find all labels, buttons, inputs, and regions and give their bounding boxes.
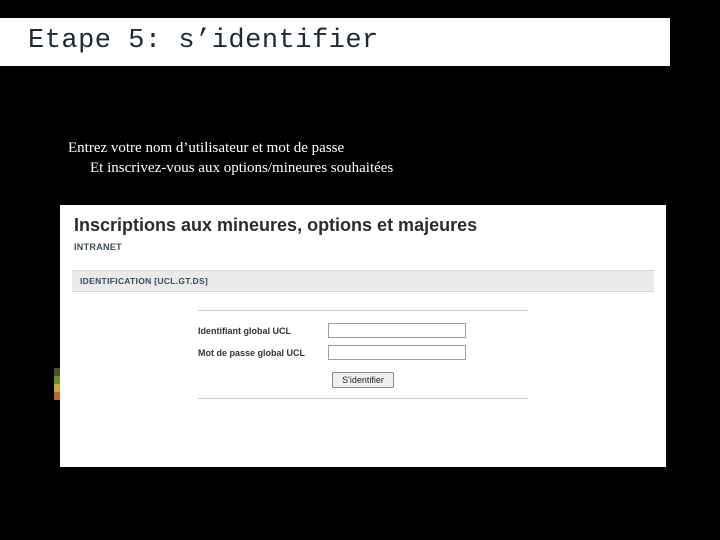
section-header: IDENTIFICATION [UCL.GT.DS] bbox=[72, 270, 654, 292]
password-input[interactable] bbox=[328, 345, 466, 360]
login-form: Identifiant global UCL Mot de passe glob… bbox=[198, 310, 528, 399]
divider bbox=[198, 398, 528, 399]
login-button[interactable]: S'identifier bbox=[332, 372, 394, 388]
intranet-label: INTRANET bbox=[60, 240, 666, 270]
button-row: S'identifier bbox=[198, 370, 528, 388]
password-label: Mot de passe global UCL bbox=[198, 348, 328, 358]
password-row: Mot de passe global UCL bbox=[198, 345, 528, 360]
embedded-screenshot: Inscriptions aux mineures, options et ma… bbox=[60, 205, 666, 467]
page-title: Inscriptions aux mineures, options et ma… bbox=[60, 205, 666, 240]
intro-line-1: Entrez votre nom d’utilisateur et mot de… bbox=[68, 138, 640, 158]
slide-title: Etape 5: s’identifier bbox=[0, 18, 670, 66]
intro-text: Entrez votre nom d’utilisateur et mot de… bbox=[68, 138, 640, 179]
divider bbox=[198, 310, 528, 311]
username-input[interactable] bbox=[328, 323, 466, 338]
username-label: Identifiant global UCL bbox=[198, 326, 328, 336]
username-row: Identifiant global UCL bbox=[198, 323, 528, 338]
intro-line-2: Et inscrivez-vous aux options/mineures s… bbox=[68, 158, 640, 178]
